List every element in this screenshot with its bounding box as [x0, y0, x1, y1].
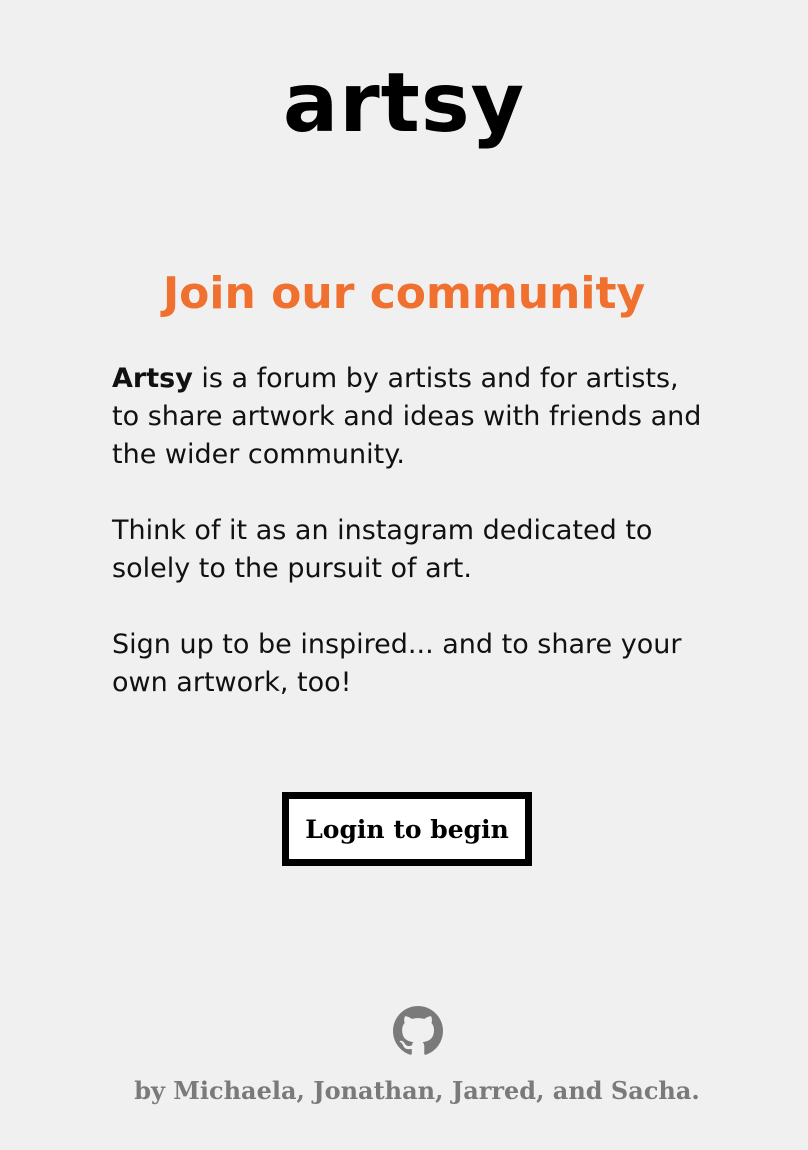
- brand-name: Artsy: [112, 363, 193, 394]
- intro-paragraph-2: Think of it as an instagram dedicated to…: [112, 515, 653, 584]
- intro-paragraph-3: Sign up to be inspired... and to share y…: [112, 629, 682, 698]
- intro-text: Artsy is a forum by artists and for arti…: [112, 360, 712, 740]
- intro-paragraph-1-text: is a forum by artists and for artists, t…: [112, 363, 702, 470]
- credits-text: by Michaela, Jonathan, Jarred, and Sacha…: [134, 1076, 700, 1105]
- page-heading: Join our community: [162, 268, 646, 319]
- intro-paragraph-1: Artsy is a forum by artists and for arti…: [112, 360, 712, 474]
- login-button[interactable]: Login to begin: [282, 792, 532, 866]
- artsy-logo: artsy: [282, 56, 526, 151]
- github-icon: [393, 1006, 443, 1055]
- github-link[interactable]: [393, 1006, 443, 1056]
